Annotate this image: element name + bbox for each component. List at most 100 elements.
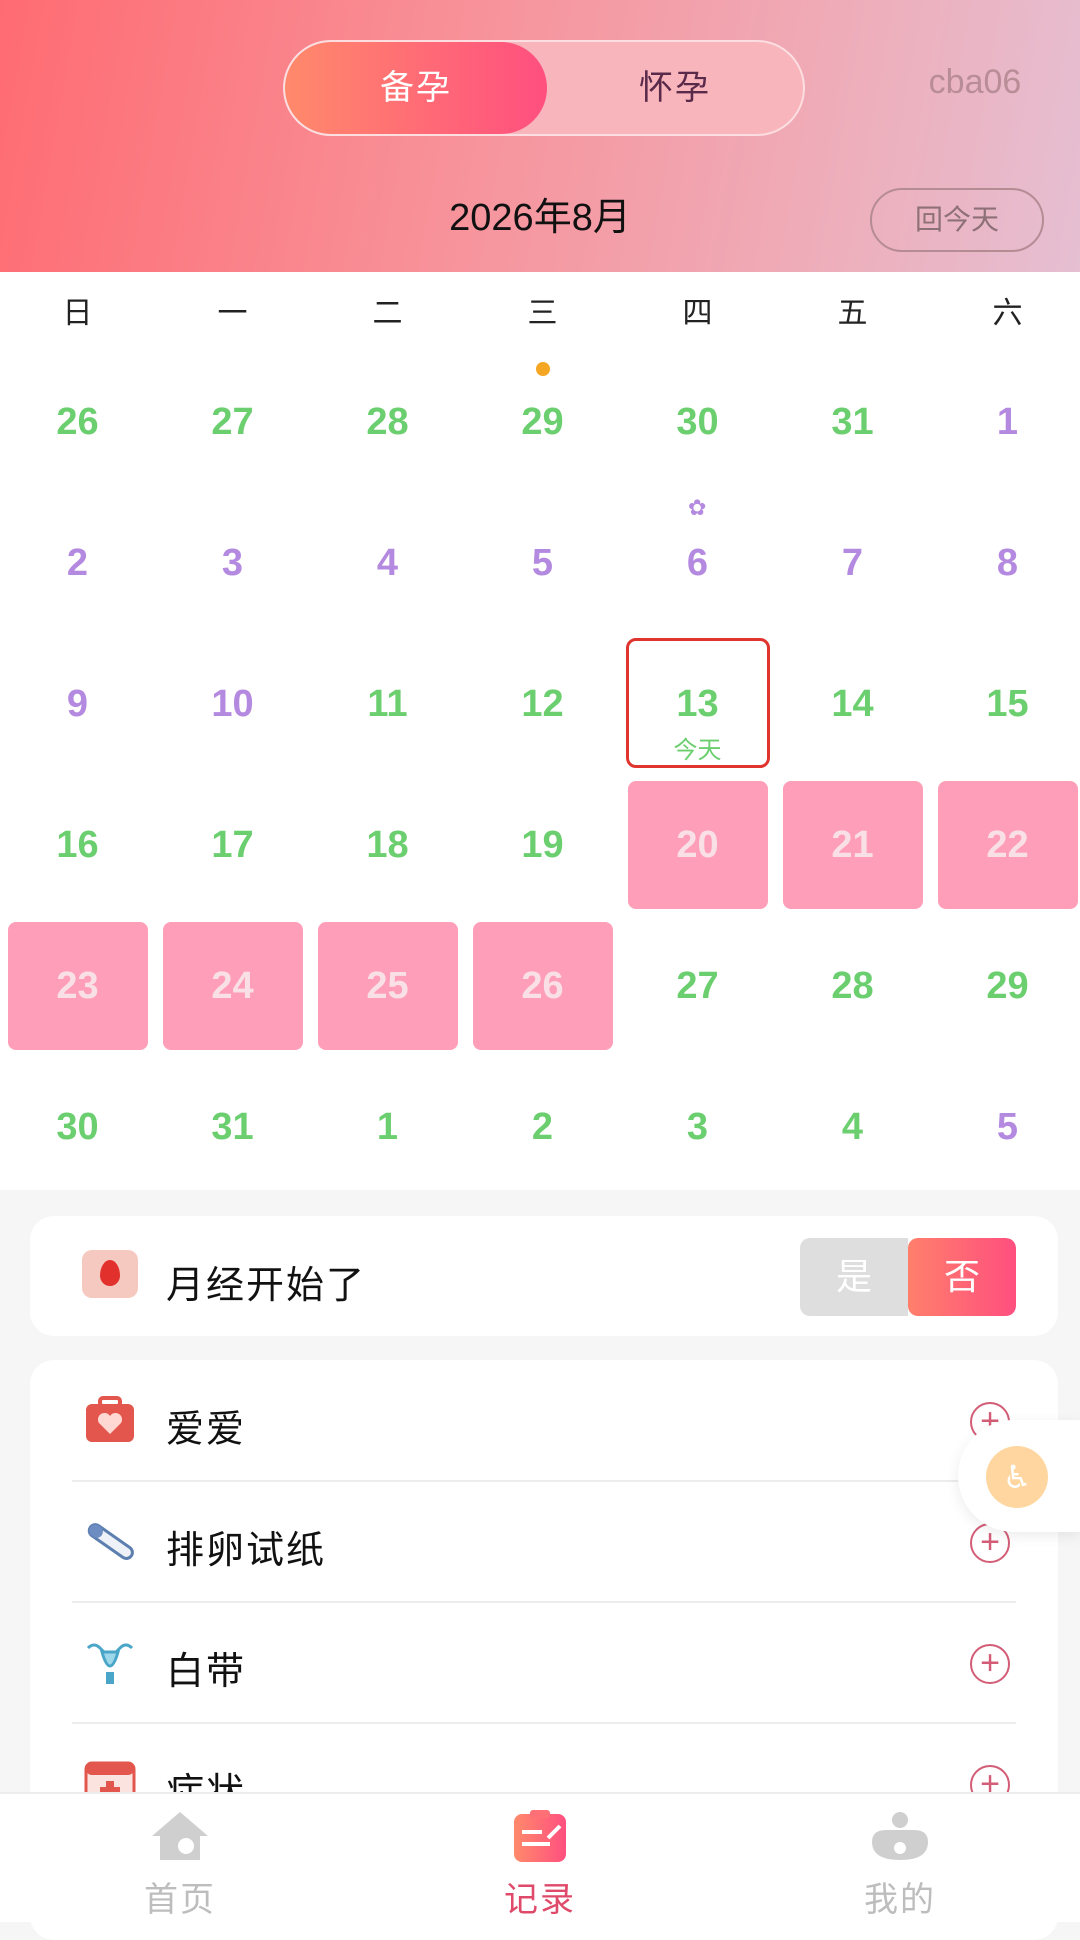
calendar-day[interactable]: 25 [310,916,465,1056]
calendar-day[interactable]: 26 [465,916,620,1056]
calendar-day[interactable]: 7 [775,493,930,633]
calendar-day[interactable]: 29 [465,352,620,492]
day-number: 29 [521,401,564,443]
calendar-day[interactable]: 14 [775,634,930,774]
day-number: 3 [686,1106,709,1148]
calendar-day[interactable]: 3 [155,493,310,633]
username[interactable]: cba06 [905,60,1045,104]
accessibility-icon: ♿ [986,1446,1048,1508]
calendar-day-today[interactable]: 13 今天 [620,634,775,774]
day-number: 2 [531,1106,554,1148]
day-number: 24 [211,965,254,1007]
day-number: 2 [66,542,89,584]
day-number: 31 [211,1106,254,1148]
add-discharge-button[interactable]: + [970,1644,1010,1684]
calendar-day[interactable]: 19 [465,775,620,915]
calendar-day[interactable]: 27 [620,916,775,1056]
weekday-label: 五 [837,297,868,330]
calendar-day[interactable]: 4 [310,493,465,633]
day-number: 12 [521,683,564,725]
weekday-header: 日 一 二 三 四 五 六 [0,272,1080,352]
blood-drop-icon [82,1250,138,1298]
calendar-day[interactable]: 4 [775,1057,930,1197]
day-number: 20 [676,824,719,866]
record-row-ovulation-test[interactable]: 排卵试纸 + [30,1481,1058,1602]
day-number: 11 [367,683,408,725]
calendar-day[interactable]: 29 [930,916,1080,1056]
calendar-day[interactable]: 21 [775,775,930,915]
calendar-day[interactable]: 22 [930,775,1080,915]
calendar-day[interactable]: 31 [155,1057,310,1197]
calendar-day[interactable]: 15 [930,634,1080,774]
toggle-yes-button[interactable]: 是 [800,1238,908,1316]
home-icon [152,1812,208,1860]
record-label: 白带 [166,1651,247,1693]
calendar-day[interactable]: 5 [465,493,620,633]
weekday-label: 日 [62,297,93,330]
record-row-intimacy[interactable]: 爱爱 + [30,1360,1058,1481]
calendar-day[interactable]: 8 [930,493,1080,633]
calendar-day[interactable]: 11 [310,634,465,774]
calendar-day[interactable]: 3 [620,1057,775,1197]
day-number: 23 [56,965,99,1007]
medical-kit-heart-icon [86,1396,134,1442]
tab-label: 记录 [504,1881,576,1919]
ovulation-test-strip-icon [87,1523,134,1560]
day-number: 16 [56,824,99,866]
day-number: 22 [986,824,1029,866]
calendar-day[interactable]: 31 [775,352,930,492]
weekday-label: 三 [527,297,558,330]
day-number: 10 [211,683,254,725]
mode-segmented-control: 备孕 怀孕 [283,40,805,136]
day-number: 8 [996,542,1019,584]
month-title[interactable]: 2026年8月 [340,190,740,246]
day-number: 7 [841,542,864,584]
calendar-day[interactable]: 10 [155,634,310,774]
calendar-day[interactable]: 16 [0,775,155,915]
accessibility-float-button[interactable]: ♿ [958,1420,1080,1532]
calendar-day[interactable]: 1 [930,352,1080,492]
header: 备孕 怀孕 cba06 2026年8月 回今天 [0,0,1080,272]
tab-home[interactable]: 首页 [50,1794,310,1922]
day-number: 26 [56,401,99,443]
calendar-day[interactable]: 28 [310,352,465,492]
uterus-icon [86,1643,134,1684]
day-number: 4 [841,1106,864,1148]
calendar-day[interactable]: 12 [465,634,620,774]
calendar-day[interactable]: 6 ✿ [620,493,775,633]
calendar-day[interactable]: 5 [930,1057,1080,1197]
day-number: 26 [521,965,564,1007]
calendar-day[interactable]: 9 [0,634,155,774]
calendar-day[interactable]: 2 [465,1057,620,1197]
day-number: 15 [986,683,1029,725]
day-number: 31 [831,401,874,443]
calendar-day[interactable]: 20 [620,775,775,915]
day-number: 28 [831,965,874,1007]
calendar-day[interactable]: 1 [310,1057,465,1197]
calendar-day[interactable]: 30 [0,1057,155,1197]
calendar-day[interactable]: 23 [0,916,155,1056]
segment-preparing-pregnancy[interactable]: 备孕 [285,42,547,134]
toggle-no-button[interactable]: 否 [908,1238,1016,1316]
day-number: 27 [211,401,254,443]
record-icon [514,1810,566,1862]
calendar-day[interactable]: 18 [310,775,465,915]
segment-pregnant[interactable]: 怀孕 [547,42,803,134]
record-label: 排卵试纸 [166,1530,327,1572]
calendar-day[interactable]: 27 [155,352,310,492]
back-to-today-button[interactable]: 回今天 [870,188,1044,252]
calendar-day[interactable]: 24 [155,916,310,1056]
calendar-day[interactable]: 17 [155,775,310,915]
tab-profile[interactable]: 我的 [770,1794,1030,1922]
tab-records[interactable]: 记录 [410,1794,670,1922]
day-number: 5 [531,542,554,584]
calendar-day[interactable]: 2 [0,493,155,633]
calendar-day[interactable]: 30 [620,352,775,492]
today-label: 今天 [673,737,722,764]
calendar-day[interactable]: 28 [775,916,930,1056]
profile-icon [872,1812,928,1860]
record-row-discharge[interactable]: 白带 + [30,1602,1058,1723]
day-number: 5 [996,1106,1019,1148]
day-number: 9 [66,683,89,725]
calendar-day[interactable]: 26 [0,352,155,492]
